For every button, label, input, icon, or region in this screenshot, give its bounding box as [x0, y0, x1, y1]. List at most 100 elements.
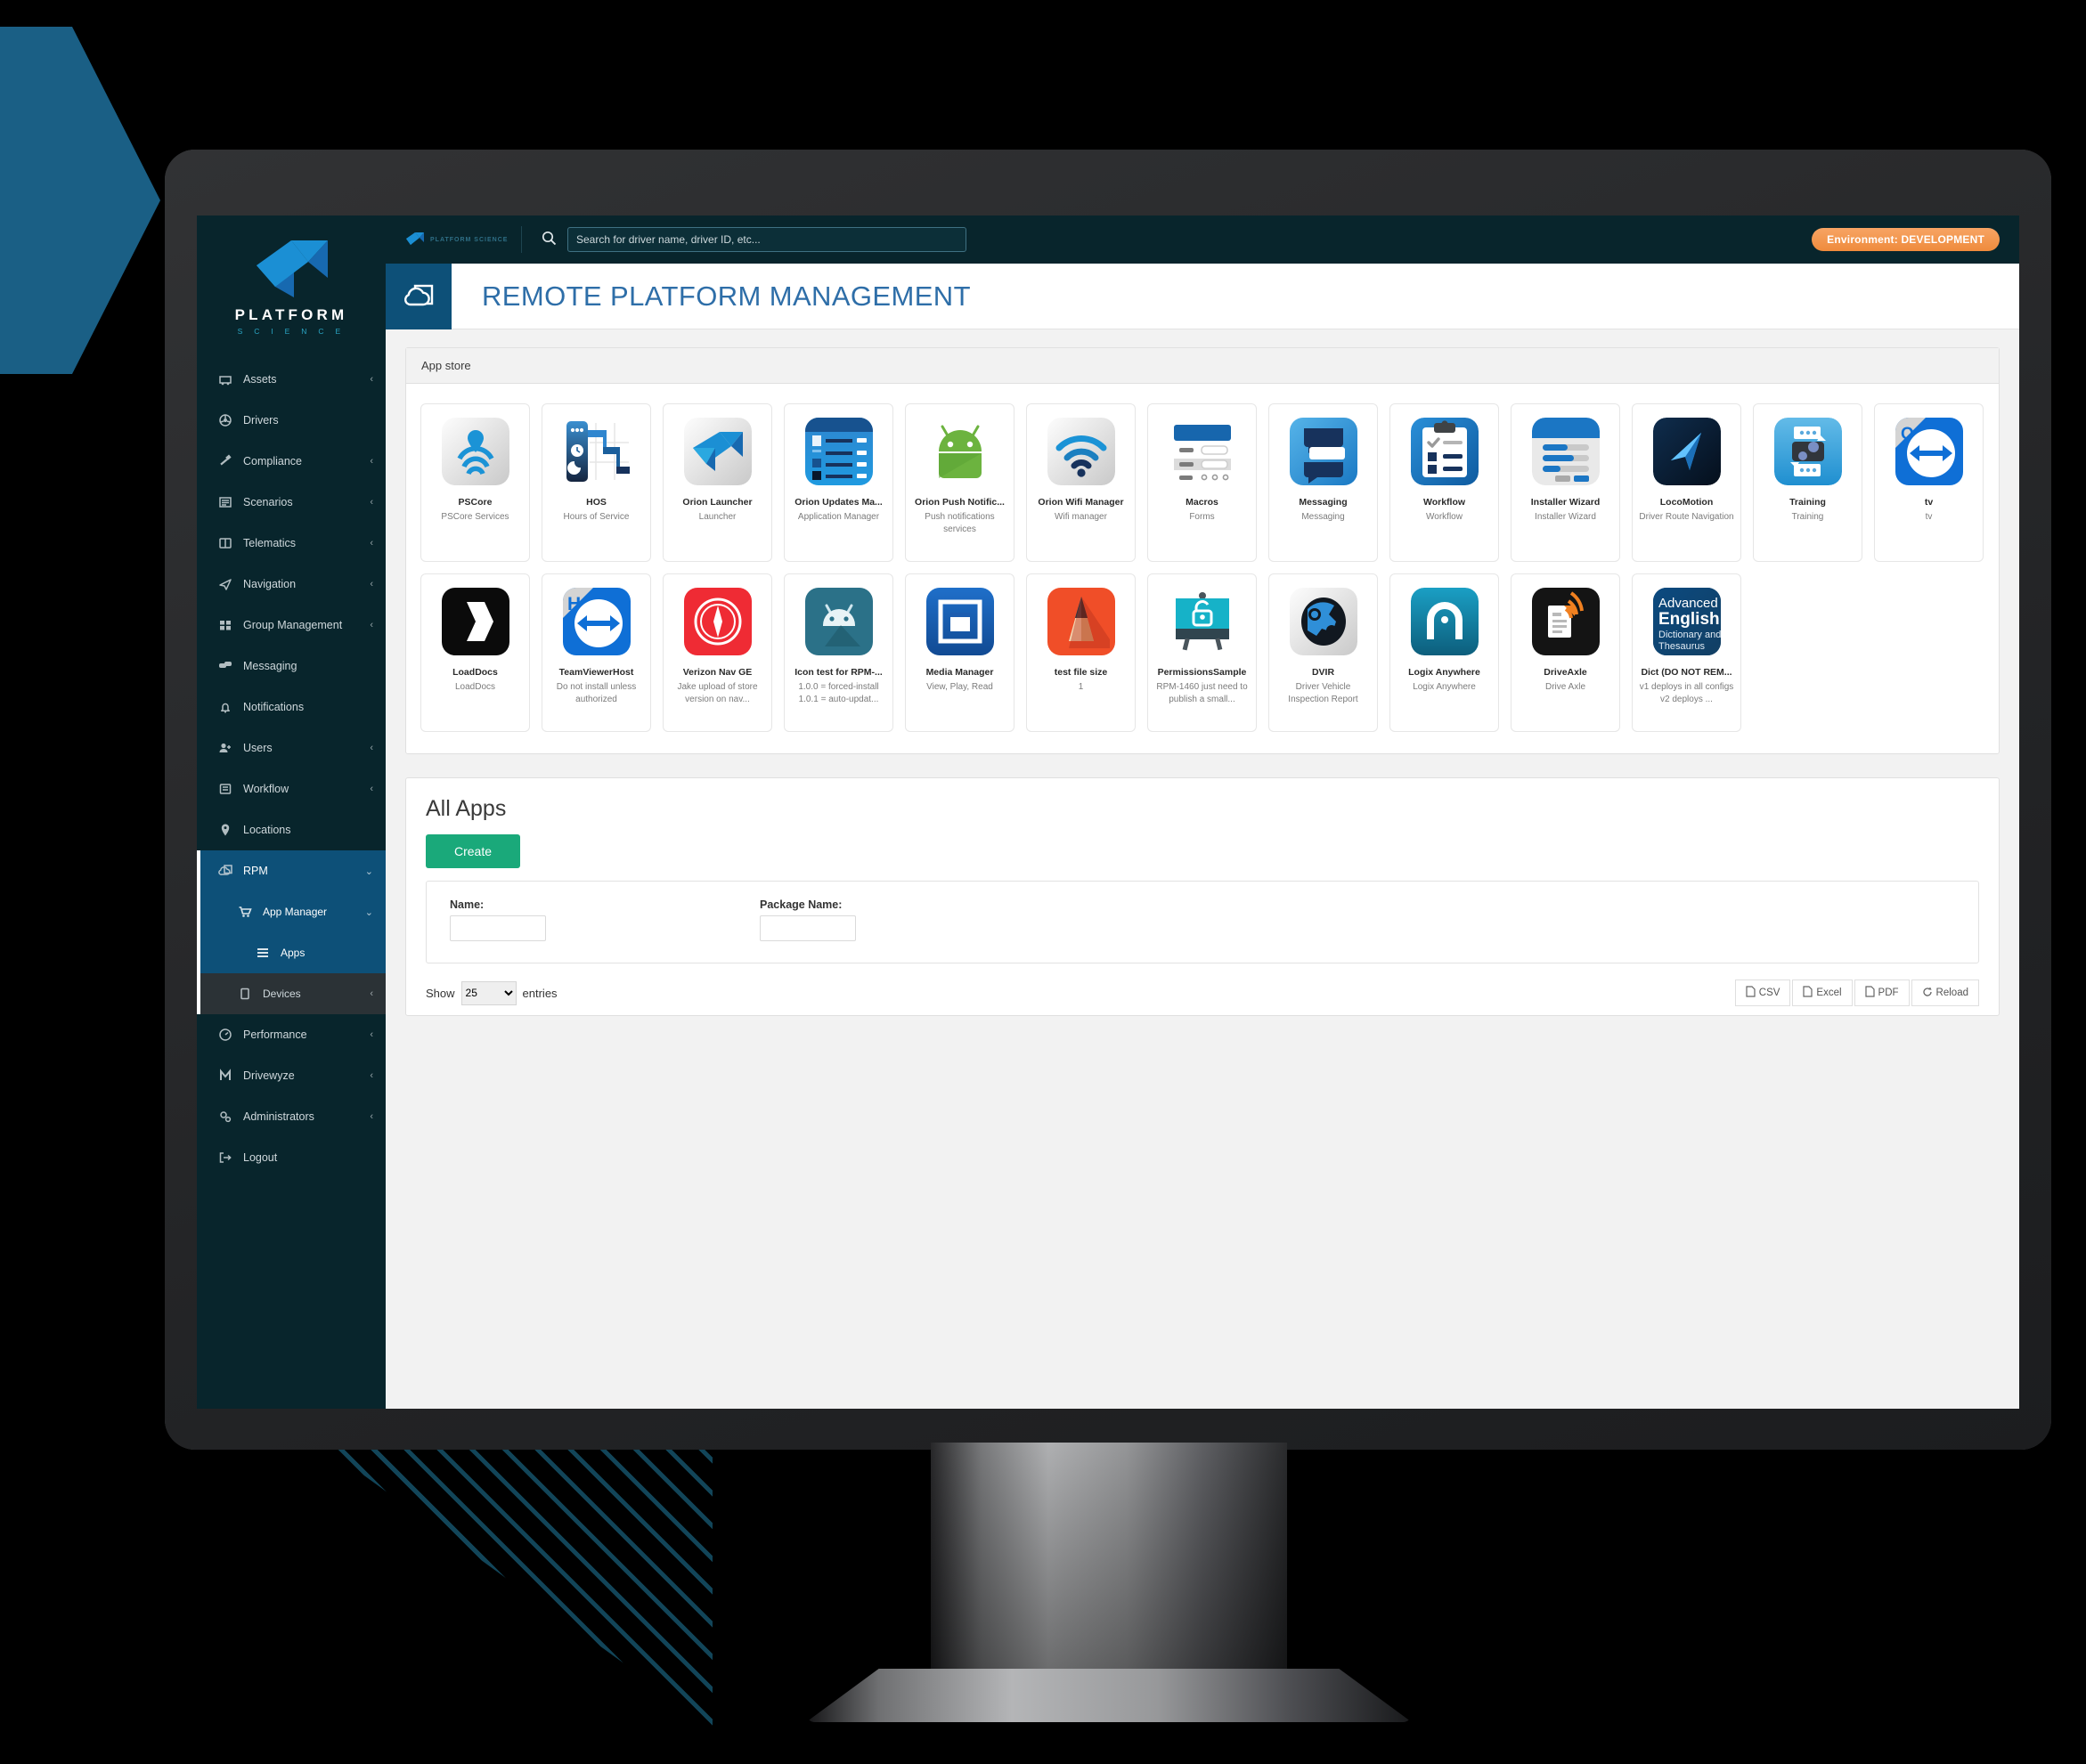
file-excel-icon: [1803, 986, 1813, 1000]
app-card[interactable]: Verizon Nav GE Jake upload of store versi…: [663, 573, 772, 732]
sidebar-item-label: Scenarios: [243, 496, 293, 508]
page-header: REMOTE PLATFORM MANAGEMENT: [386, 263, 2019, 329]
app-card[interactable]: Icon test for RPM-... 1.0.0 = forced-inst…: [784, 573, 893, 732]
app-card[interactable]: DriveAxle Drive Axle: [1511, 573, 1620, 732]
topbar-logo[interactable]: PLATFORM SCIENCE: [405, 232, 512, 248]
all-apps-section: All Apps Create Name: Package Name: Show …: [405, 777, 2000, 1016]
sidebar-item-messaging[interactable]: Messaging: [197, 646, 386, 687]
app-card-name: Media Manager: [925, 667, 994, 678]
filter-fields: Name: Package Name:: [426, 881, 1979, 963]
sidebar-item-label: Performance: [243, 1028, 307, 1041]
background-stripes-pattern: [294, 1425, 713, 1727]
sidebar-item-scenarios[interactable]: Scenarios ‹: [197, 482, 386, 523]
application-window: PLATFORM S C I E N C E Assets ‹ Drivers Com…: [197, 215, 2019, 1409]
environment-badge: Environment: DEVELOPMENT: [1812, 228, 2000, 251]
sidebar-item-label: Notifications: [243, 701, 305, 713]
chevron-icon: ‹: [370, 1029, 373, 1040]
logix-icon: [1410, 588, 1479, 655]
sidebar-item-apps[interactable]: Apps: [197, 932, 386, 973]
sidebar-item-label: Workflow: [243, 783, 289, 795]
app-card[interactable]: LoadDocs LoadDocs: [420, 573, 530, 732]
create-button[interactable]: Create: [426, 834, 521, 868]
sidebar-item-navigation[interactable]: Navigation ‹: [197, 564, 386, 605]
app-card-description: Application Manager: [797, 511, 880, 522]
sidebar-item-label: Telematics: [243, 537, 297, 549]
app-card[interactable]: Orion Launcher Launcher: [663, 403, 772, 562]
filter-field-input[interactable]: [760, 915, 856, 941]
pin-icon: [216, 823, 234, 837]
filter-field-input[interactable]: [450, 915, 546, 941]
refresh-icon: [1922, 987, 1933, 1000]
teamviewer-qs-icon: QS: [1895, 418, 1963, 485]
sidebar-item-devices[interactable]: Devices ‹: [197, 973, 386, 1014]
sidebar-item-drivewyze[interactable]: Drivewyze ‹: [197, 1055, 386, 1096]
sidebar-item-drivers[interactable]: Drivers: [197, 400, 386, 441]
app-card[interactable]: test file size 1: [1026, 573, 1136, 732]
messaging-icon: [1289, 418, 1357, 485]
app-card-description: Hours of Service: [563, 511, 630, 522]
sidebar-item-app-manager[interactable]: App Manager ⌄: [197, 891, 386, 932]
app-card[interactable]: Installer Wizard Installer Wizard: [1511, 403, 1620, 562]
loaddocs-icon: [441, 588, 509, 655]
sidebar-item-compliance[interactable]: Compliance ‹: [197, 441, 386, 482]
cloud-screen-icon: [216, 864, 234, 878]
sidebar-item-telematics[interactable]: Telematics ‹: [197, 523, 386, 564]
sidebar-item-logout[interactable]: Logout: [197, 1137, 386, 1178]
export-button-label: Reload: [1935, 988, 1968, 998]
app-card-description: 1.0.0 = forced-install 1.0.1 = auto-upda…: [798, 681, 879, 705]
sidebar-item-group-management[interactable]: Group Management ‹: [197, 605, 386, 646]
sidebar-item-label: Drivers: [243, 414, 279, 427]
chevron-icon: ⌄: [364, 906, 373, 918]
app-card-description: Forms: [1189, 511, 1215, 522]
export-button-reload[interactable]: Reload: [1911, 980, 1979, 1006]
app-card-description: Jake upload of store version on nav...: [677, 681, 758, 705]
app-card[interactable]: Training Training: [1753, 403, 1862, 562]
sidebar-item-label: RPM: [243, 865, 268, 877]
app-card[interactable]: Advanced English Dictionary and Thesaurus Di…: [1632, 573, 1741, 732]
teamviewer-host-icon: H: [562, 588, 631, 655]
installer-wizard-icon: [1531, 418, 1600, 485]
chevron-icon: ‹: [370, 538, 373, 549]
sidebar-item-notifications[interactable]: Notifications: [197, 687, 386, 728]
app-card[interactable]: DVIR Driver Vehicle Inspection Report: [1268, 573, 1378, 732]
app-card-name: DVIR: [1311, 667, 1335, 678]
show-entries-select[interactable]: 102550100: [460, 980, 517, 1005]
app-card-name: Icon test for RPM-...: [794, 667, 883, 678]
android-green-icon: [925, 418, 994, 485]
sidebar-item-performance[interactable]: Performance ‹: [197, 1014, 386, 1055]
app-card-name: Installer Wizard: [1530, 497, 1601, 508]
export-button-pdf[interactable]: PDF: [1854, 980, 1910, 1006]
sidebar-item-users[interactable]: Users ‹: [197, 728, 386, 768]
app-card[interactable]: QS tv tv: [1874, 403, 1984, 562]
app-card[interactable]: Orion Updates Ma... Application Manager: [784, 403, 893, 562]
sidebar-item-label: Users: [243, 742, 273, 754]
app-card[interactable]: Logix Anywhere Logix Anywhere: [1389, 573, 1499, 732]
export-button-excel[interactable]: Excel: [1792, 980, 1853, 1006]
app-card[interactable]: Orion Wifi Manager Wifi manager: [1026, 403, 1136, 562]
sidebar-item-locations[interactable]: Locations: [197, 809, 386, 850]
app-card[interactable]: PSCore PSCore Services: [420, 403, 530, 562]
app-card[interactable]: LocoMotion Driver Route Navigation: [1632, 403, 1741, 562]
app-card[interactable]: PermissionsSample RPM-1460 just need to p…: [1147, 573, 1257, 732]
app-card[interactable]: H TeamViewerHost Do not install unless aut…: [542, 573, 651, 732]
app-card[interactable]: Orion Push Notific... Push notifications …: [905, 403, 1014, 562]
app-card[interactable]: HOS Hours of Service: [542, 403, 651, 562]
app-card[interactable]: Messaging Messaging: [1268, 403, 1378, 562]
rpm-cloud-screen-icon: [386, 263, 452, 329]
app-card-description: LoadDocs: [454, 681, 496, 692]
app-card-description: Workflow: [1426, 511, 1463, 522]
sidebar-item-workflow[interactable]: Workflow ‹: [197, 768, 386, 809]
app-card[interactable]: Media Manager View, Play, Read: [905, 573, 1014, 732]
app-card[interactable]: Workflow Workflow: [1389, 403, 1499, 562]
show-entries-suffix: entries: [522, 986, 558, 1000]
paper-plane-icon: [216, 577, 234, 591]
export-button-csv[interactable]: CSV: [1734, 980, 1791, 1006]
sidebar-item-administrators[interactable]: Administrators ‹: [197, 1096, 386, 1137]
workflow-icon: [216, 782, 234, 796]
search-input[interactable]: [567, 227, 966, 252]
sidebar-item-assets[interactable]: Assets ‹: [197, 359, 386, 400]
app-card-description: Wifi manager: [1055, 511, 1107, 522]
app-card[interactable]: Macros Forms: [1147, 403, 1257, 562]
table-toolbar: Show 102550100 entries CSV Excel PDF Reload: [426, 980, 1979, 1006]
sidebar-item-rpm[interactable]: RPM ⌄: [197, 850, 386, 891]
